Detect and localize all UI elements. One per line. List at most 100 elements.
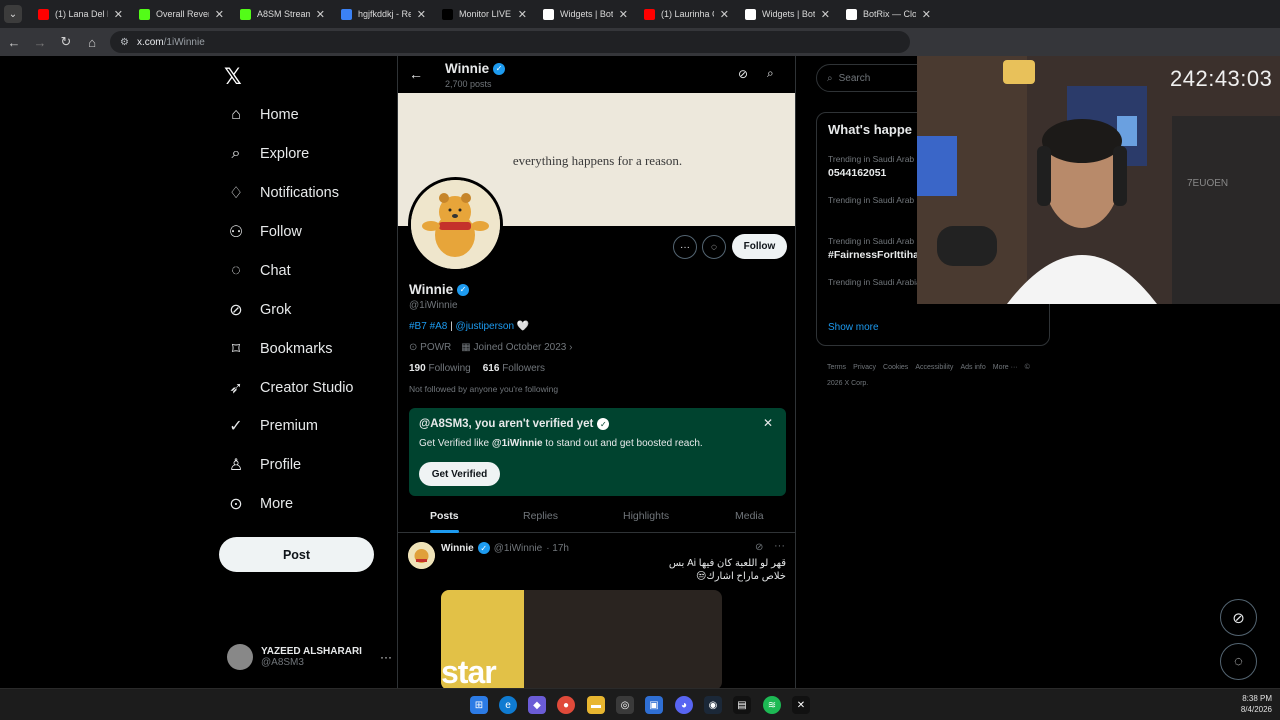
chat-fab-icon[interactable]: ◌ bbox=[1220, 643, 1257, 680]
browser-tab[interactable]: (1) Laurinha Co ✕ bbox=[636, 0, 737, 28]
person-icon: ♙ bbox=[228, 457, 244, 474]
system-clock[interactable]: 8:38 PM 8/4/2026 bbox=[1226, 693, 1272, 715]
bio-mention-link[interactable]: @justiperson bbox=[456, 321, 515, 332]
file-explorer-icon[interactable]: ▬ bbox=[587, 696, 605, 714]
get-verified-button[interactable]: Get Verified bbox=[419, 462, 500, 486]
browser-tab[interactable]: Monitor LIVE | ✕ bbox=[434, 0, 535, 28]
apps-icon[interactable]: ◆ bbox=[528, 696, 546, 714]
nav-item-home[interactable]: ⌂ Home bbox=[226, 97, 299, 133]
bio-hashtags[interactable]: #B7 #A8 bbox=[409, 321, 447, 332]
footer-link[interactable]: Cookies bbox=[883, 364, 908, 371]
tab-media[interactable]: Media bbox=[735, 498, 764, 533]
more-dots-icon[interactable]: ··· bbox=[380, 650, 392, 664]
browser-tab[interactable]: BotRix — Cloud ✕ bbox=[838, 0, 939, 28]
home-button-icon[interactable]: ⌂ bbox=[80, 30, 104, 54]
show-more-link[interactable]: Show more bbox=[828, 322, 879, 333]
close-tab-icon[interactable]: ✕ bbox=[922, 8, 931, 21]
spotify-icon[interactable]: ≋ bbox=[763, 696, 781, 714]
windows-taskbar: ⊞ e ◆ ● ▬ ◎ ▣ ◕ ◉ ▤ ≋ ✕ 8:38 PM 8/4/2026 bbox=[0, 688, 1280, 720]
following-link[interactable]: 190 Following bbox=[409, 363, 471, 374]
tab-posts[interactable]: Posts bbox=[430, 498, 459, 533]
tab-replies[interactable]: Replies bbox=[523, 498, 558, 533]
grok-icon[interactable]: ⊘ bbox=[738, 67, 748, 81]
back-arrow-icon[interactable]: ← bbox=[2, 30, 26, 54]
back-arrow-icon[interactable]: ← bbox=[409, 66, 423, 82]
nav-item-more[interactable]: ⊙ More bbox=[226, 486, 293, 522]
tweet[interactable]: Winnie ✓ @1iWinnie · 17h ⊘ ··· قهر لو اللعب… bbox=[398, 534, 795, 688]
footer-link[interactable]: Privacy bbox=[853, 364, 876, 371]
tab-title: A8SM Stream bbox=[257, 9, 310, 19]
capcut-icon[interactable]: ▤ bbox=[733, 696, 751, 714]
footer-link[interactable]: Accessibility bbox=[915, 364, 953, 371]
bio-separator: | bbox=[450, 321, 453, 332]
followers-link[interactable]: 616 Followers bbox=[483, 363, 545, 374]
tab-search-button[interactable]: ⌄ bbox=[4, 5, 22, 23]
tweet-time[interactable]: · 17h bbox=[546, 543, 569, 554]
close-tab-icon[interactable]: ✕ bbox=[821, 8, 830, 21]
stream-timer: 242:43:03 bbox=[1170, 66, 1273, 91]
close-tab-icon[interactable]: ✕ bbox=[316, 8, 325, 21]
banner-text: everything happens for a reason. bbox=[512, 153, 683, 168]
grok-fab-icon[interactable]: ⊘ bbox=[1220, 599, 1257, 636]
tab-highlights[interactable]: Highlights bbox=[623, 498, 669, 533]
home-icon: ⌂ bbox=[231, 106, 241, 123]
edge-icon[interactable]: e bbox=[499, 696, 517, 714]
close-tab-icon[interactable]: ✕ bbox=[417, 8, 426, 21]
post-button[interactable]: Post bbox=[219, 537, 374, 572]
favicon-icon bbox=[240, 8, 251, 20]
site-info-icon[interactable]: ⚙ bbox=[120, 37, 129, 48]
browser-tab[interactable]: Widgets | BotR ✕ bbox=[737, 0, 838, 28]
grok-icon[interactable]: ⊘ bbox=[755, 542, 763, 553]
x-taskbar-icon[interactable]: ✕ bbox=[792, 696, 810, 714]
browser-tab[interactable]: Widgets | BotR ✕ bbox=[535, 0, 636, 28]
close-tab-icon[interactable]: ✕ bbox=[518, 8, 527, 21]
browser-tab[interactable]: A8SM Stream ✕ bbox=[232, 0, 333, 28]
browser-tab[interactable]: (1) Lana Del Re ✕ bbox=[30, 0, 131, 28]
nav-item-grok[interactable]: ⊘ Grok bbox=[226, 292, 291, 328]
profile-avatar[interactable] bbox=[408, 177, 503, 272]
nav-item-notifications[interactable]: ♢ Notifications bbox=[226, 175, 339, 211]
footer-link[interactable]: Ads info bbox=[960, 364, 985, 371]
message-button[interactable]: ◌ bbox=[702, 235, 726, 259]
close-icon[interactable]: ✕ bbox=[763, 416, 773, 430]
tweet-author[interactable]: Winnie bbox=[441, 543, 474, 554]
close-tab-icon[interactable]: ✕ bbox=[114, 8, 123, 21]
left-nav: 𝕏 ⌂ Home ⌕ Explore ♢ Notifications ⚇ Follow ◌ Cha… bbox=[218, 56, 396, 688]
browser-toolbar: ← → ↻ ⌂ ⚙ x.com/1iWinnie bbox=[0, 28, 1280, 56]
tweet-avatar[interactable] bbox=[408, 542, 435, 569]
footer-link[interactable]: More ··· bbox=[993, 364, 1018, 371]
reload-icon[interactable]: ↻ bbox=[54, 30, 78, 54]
tweet-handle[interactable]: @1iWinnie bbox=[494, 543, 543, 554]
verified-badge-icon: ✓ bbox=[477, 542, 490, 554]
close-tab-icon[interactable]: ✕ bbox=[619, 8, 628, 21]
chrome-icon[interactable]: ● bbox=[557, 696, 575, 714]
footer-link[interactable]: Terms bbox=[827, 364, 846, 371]
browser-tab[interactable]: hgjfkddkj - Res ✕ bbox=[333, 0, 434, 28]
nav-item-label: Grok bbox=[260, 302, 292, 318]
search-icon[interactable]: ⌕ bbox=[767, 66, 774, 81]
browser-tab[interactable]: Overall Revenue ✕ bbox=[131, 0, 232, 28]
join-date[interactable]: ▦ Joined October 2023 › bbox=[461, 342, 572, 353]
x-logo-icon[interactable]: 𝕏 bbox=[224, 64, 248, 89]
start-menu-icon[interactable]: ⊞ bbox=[470, 696, 488, 714]
account-switcher[interactable]: YAZEED ALSHARARI @A8SM3 ··· bbox=[227, 642, 392, 672]
forward-arrow-icon[interactable]: → bbox=[28, 30, 52, 54]
address-bar[interactable]: ⚙ x.com/1iWinnie bbox=[110, 31, 910, 53]
obs-icon[interactable]: ◎ bbox=[616, 696, 634, 714]
store-icon[interactable]: ▣ bbox=[645, 696, 663, 714]
nav-item-creator-studio[interactable]: ➶ Creator Studio bbox=[226, 370, 353, 406]
follow-button[interactable]: Follow bbox=[732, 234, 787, 259]
more-options-button[interactable]: ··· bbox=[673, 235, 697, 259]
tweet-media[interactable]: star bbox=[441, 590, 722, 688]
nav-item-explore[interactable]: ⌕ Explore bbox=[226, 136, 310, 172]
more-dots-icon[interactable]: ··· bbox=[774, 540, 785, 552]
nav-item-bookmarks[interactable]: ⌑ Bookmarks bbox=[226, 331, 333, 367]
close-tab-icon[interactable]: ✕ bbox=[215, 8, 224, 21]
close-tab-icon[interactable]: ✕ bbox=[720, 8, 729, 21]
nav-item-profile[interactable]: ♙ Profile bbox=[226, 447, 301, 483]
nav-item-premium[interactable]: ✓ Premium bbox=[226, 408, 318, 444]
nav-item-chat[interactable]: ◌ Chat bbox=[226, 253, 290, 289]
steam-icon[interactable]: ◉ bbox=[704, 696, 722, 714]
discord-icon[interactable]: ◕ bbox=[675, 696, 693, 714]
nav-item-follow[interactable]: ⚇ Follow bbox=[226, 214, 302, 250]
